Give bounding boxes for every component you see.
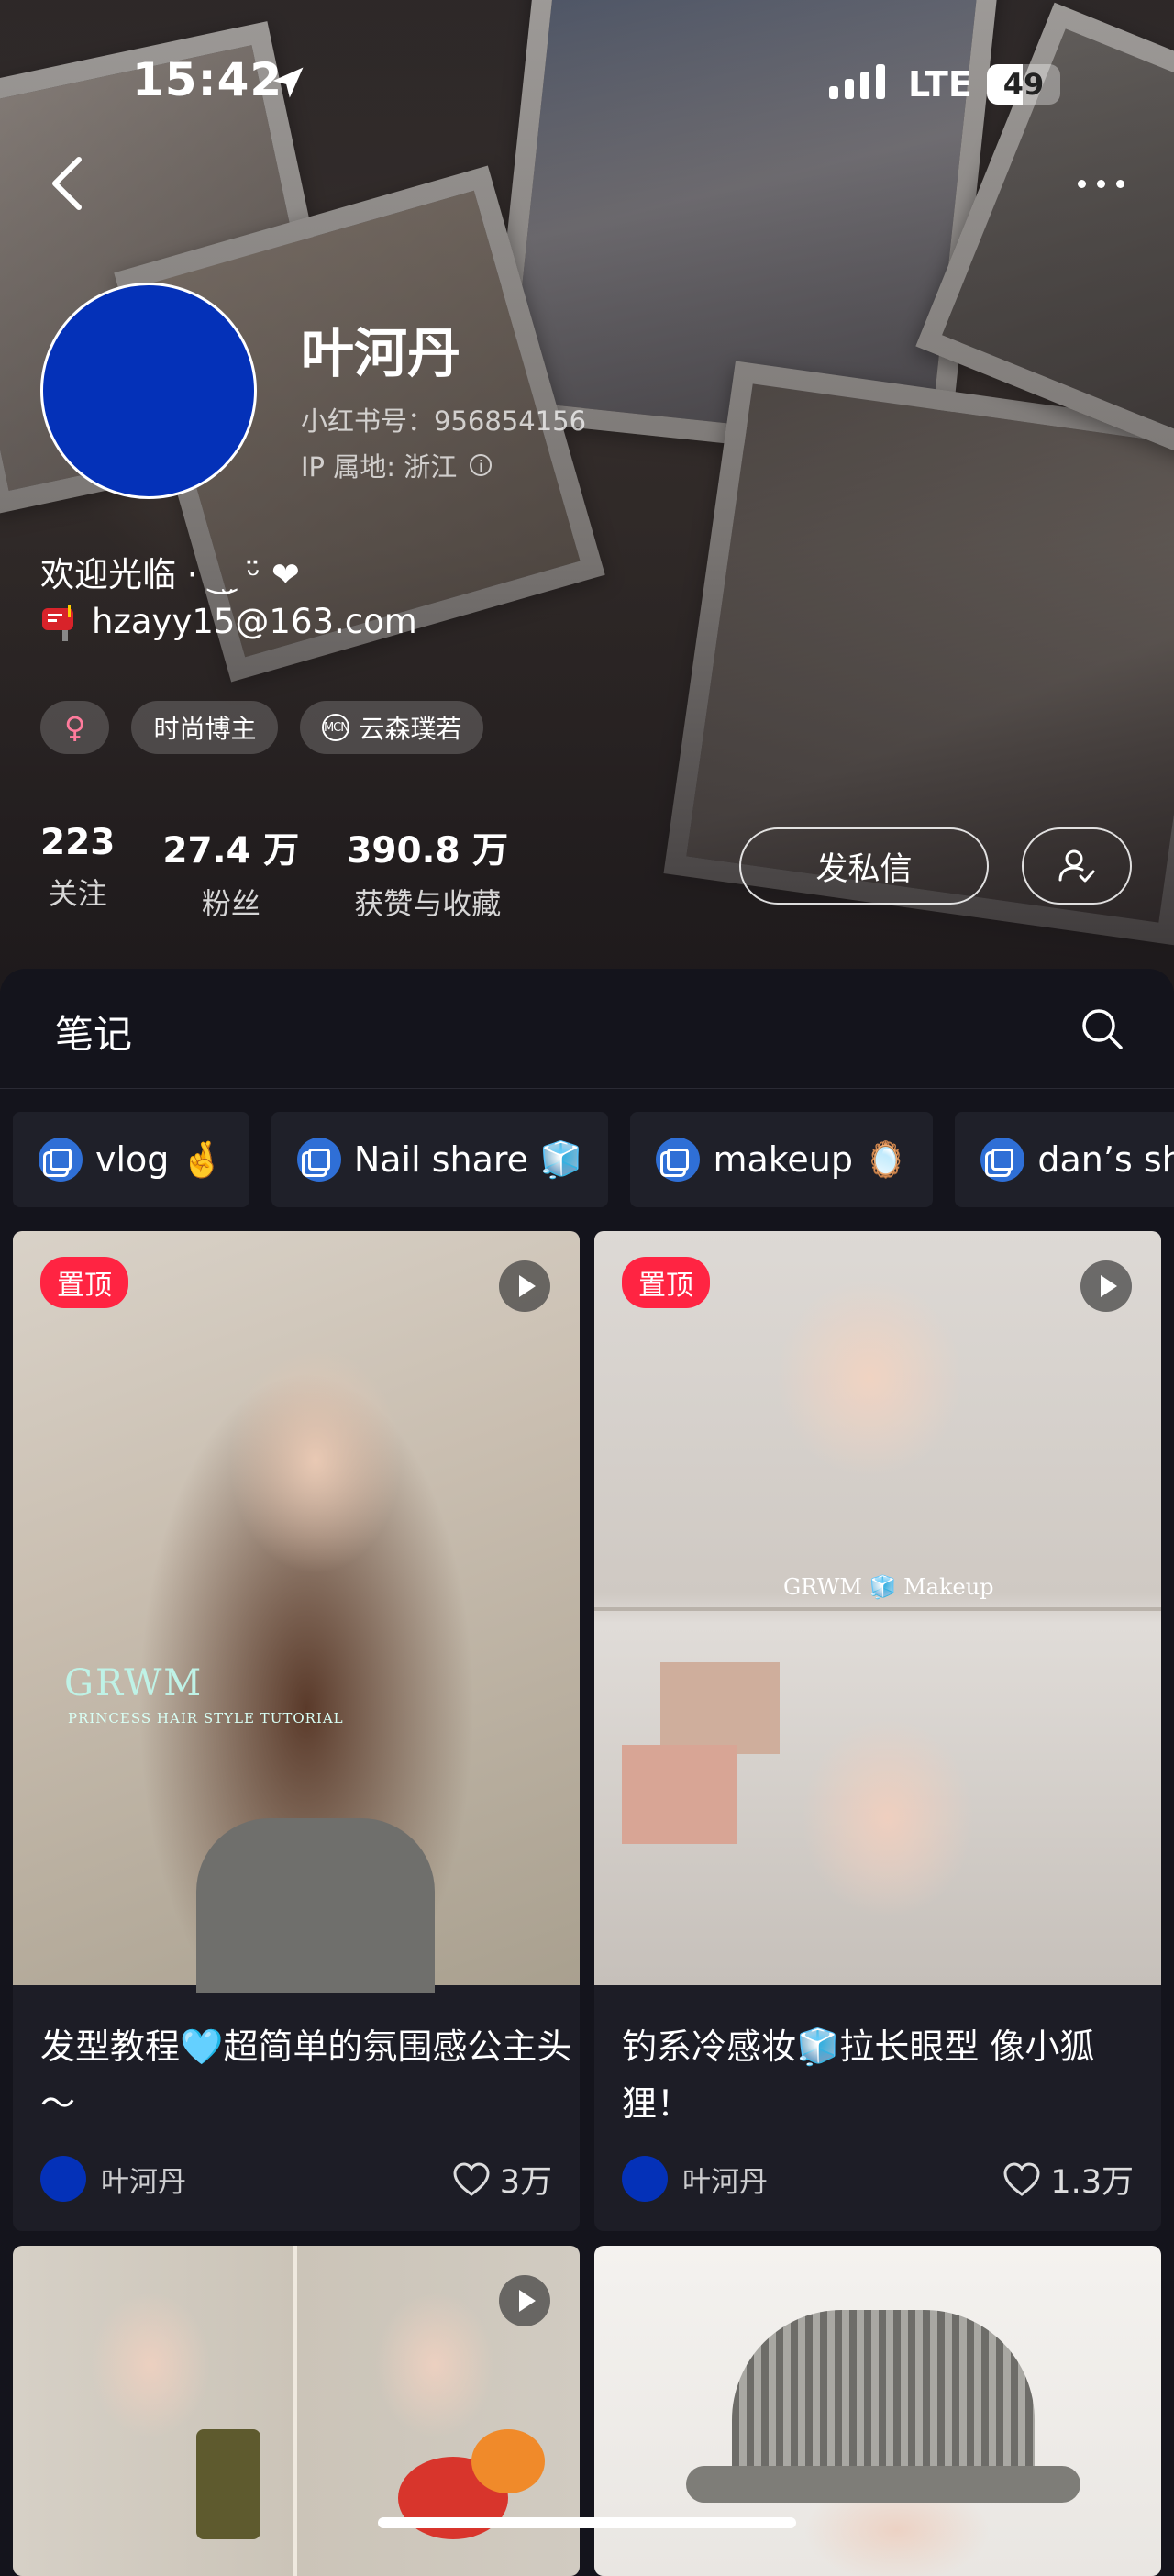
profile-tags: ♀ 时尚博主 MCN 云森璞若 <box>40 701 484 754</box>
tab-notes[interactable]: 笔记 <box>55 1004 132 1060</box>
pinned-badge: 置顶 <box>622 1257 710 1308</box>
note-cover <box>13 1231 580 1993</box>
stat-label: 粉丝 <box>201 886 260 921</box>
stat-likes-collects[interactable]: 390.8 万 获赞与收藏 <box>347 822 508 923</box>
author-name: 叶河丹 <box>101 2165 186 2199</box>
collections-row: vlog 🤞 Nail share 🧊 makeup 🪞 dan’s sh <box>13 1112 1174 1207</box>
search-icon[interactable] <box>1079 1005 1126 1053</box>
more-options-icon[interactable] <box>1064 165 1137 202</box>
like-number: 3万 <box>499 2164 552 2201</box>
video-play-icon <box>499 2275 550 2326</box>
author-name: 叶河丹 <box>682 2165 768 2199</box>
note-author[interactable]: 叶河丹 <box>40 2156 186 2202</box>
mcn-icon: MCN <box>322 714 350 741</box>
gender-tag: ♀ <box>40 701 110 754</box>
heart-icon <box>1003 2161 1040 2196</box>
cover-overlay-title: GRWM 🧊 Makeup <box>783 1574 994 1600</box>
stat-following[interactable]: 223 关注 <box>40 822 115 923</box>
tag-label: 时尚博主 <box>153 714 257 744</box>
collection-dans-share[interactable]: dan’s sh <box>955 1112 1174 1207</box>
signal-icon <box>829 64 885 99</box>
back-chevron-icon[interactable] <box>40 150 95 217</box>
like-number: 1.3万 <box>1050 2164 1134 2201</box>
collection-label: Nail share 🧊 <box>353 1138 583 1180</box>
mailbox-icon <box>42 604 73 641</box>
note-card[interactable]: GRWM 🧊 Makeup 置顶 钓系冷感妆🧊拉长眼型 像小狐狸！ 叶河丹 1.… <box>594 1231 1161 2231</box>
followed-button[interactable] <box>1022 827 1132 905</box>
red-id: 小红书号：956854156 <box>301 405 587 437</box>
cover-overlay-subtitle: PRINCESS HAIR STYLE TUTORIAL <box>68 1710 344 1727</box>
stat-number: 223 <box>40 822 116 863</box>
pinned-badge: 置顶 <box>40 1257 128 1308</box>
note-author[interactable]: 叶河丹 <box>622 2156 768 2202</box>
author-avatar <box>40 2156 86 2202</box>
bio-email-line: hzayy15@163.com <box>40 602 417 641</box>
stat-number: 27.4 万 <box>162 830 300 872</box>
battery-icon: 49 <box>987 64 1060 105</box>
note-title: 发型教程🩵超简单的氛围感公主头～ <box>40 2026 572 2124</box>
message-button[interactable]: 发私信 <box>739 827 989 905</box>
network-type: LTE <box>908 64 972 105</box>
ip-location: IP 属地: 浙江 i <box>301 446 493 484</box>
profile-name: 叶河丹 <box>301 322 461 384</box>
tag-mcn[interactable]: MCN 云森璞若 <box>300 701 484 754</box>
collection-icon <box>296 1138 341 1182</box>
note-card[interactable]: GRWM PRINCESS HAIR STYLE TUTORIAL 置顶 发型教… <box>13 1231 580 2231</box>
heart-icon <box>453 2161 490 2196</box>
home-indicator[interactable] <box>378 2517 796 2528</box>
video-play-icon <box>499 1260 550 1312</box>
tag-fashion-blogger[interactable]: 时尚博主 <box>131 701 279 754</box>
author-avatar <box>622 2156 668 2202</box>
stat-label: 关注 <box>48 876 107 911</box>
battery-level: 49 <box>1002 67 1045 102</box>
collection-label: dan’s sh <box>1037 1139 1174 1180</box>
collection-makeup[interactable]: makeup 🪞 <box>630 1112 934 1207</box>
stat-label: 获赞与收藏 <box>354 886 502 921</box>
note-cover <box>594 1231 1161 1985</box>
collection-label: vlog 🤞 <box>95 1138 224 1180</box>
stat-number: 390.8 万 <box>347 830 509 872</box>
bio-line: 欢迎光临 · ‿̮ ᵕ̈ ❤ <box>40 555 300 594</box>
ip-location-text: IP 属地: 浙江 <box>301 451 458 483</box>
video-play-icon <box>1080 1260 1132 1312</box>
location-arrow-icon <box>272 67 304 98</box>
collection-icon <box>39 1138 83 1182</box>
collection-icon <box>656 1138 701 1182</box>
status-time: 15:42 <box>132 53 283 106</box>
collection-vlog[interactable]: vlog 🤞 <box>13 1112 249 1207</box>
notes-panel: 笔记 vlog 🤞 Nail share 🧊 makeup 🪞 dan’s sh… <box>0 969 1174 2576</box>
like-count[interactable]: 1.3万 <box>1002 2156 1134 2203</box>
status-bar: 15:42 LTE 49 <box>0 0 1174 165</box>
user-check-icon <box>1058 849 1095 883</box>
info-icon[interactable]: i <box>470 454 493 476</box>
bio-email[interactable]: hzayy15@163.com <box>92 602 417 641</box>
avatar[interactable] <box>40 283 257 499</box>
collection-nail-share[interactable]: Nail share 🧊 <box>271 1112 609 1207</box>
stat-followers[interactable]: 27.4 万 粉丝 <box>162 822 299 923</box>
tag-label: 云森璞若 <box>359 714 462 744</box>
like-count[interactable]: 3万 <box>452 2156 552 2203</box>
note-title: 钓系冷感妆🧊拉长眼型 像小狐狸！ <box>622 2026 1095 2124</box>
collection-label: makeup 🪞 <box>713 1138 908 1180</box>
notes-header: 笔记 <box>0 969 1174 1089</box>
profile-stats: 223 关注 27.4 万 粉丝 390.8 万 获赞与收藏 <box>40 822 508 923</box>
cover-overlay-title: GRWM <box>64 1662 204 1704</box>
collection-icon <box>980 1138 1025 1182</box>
